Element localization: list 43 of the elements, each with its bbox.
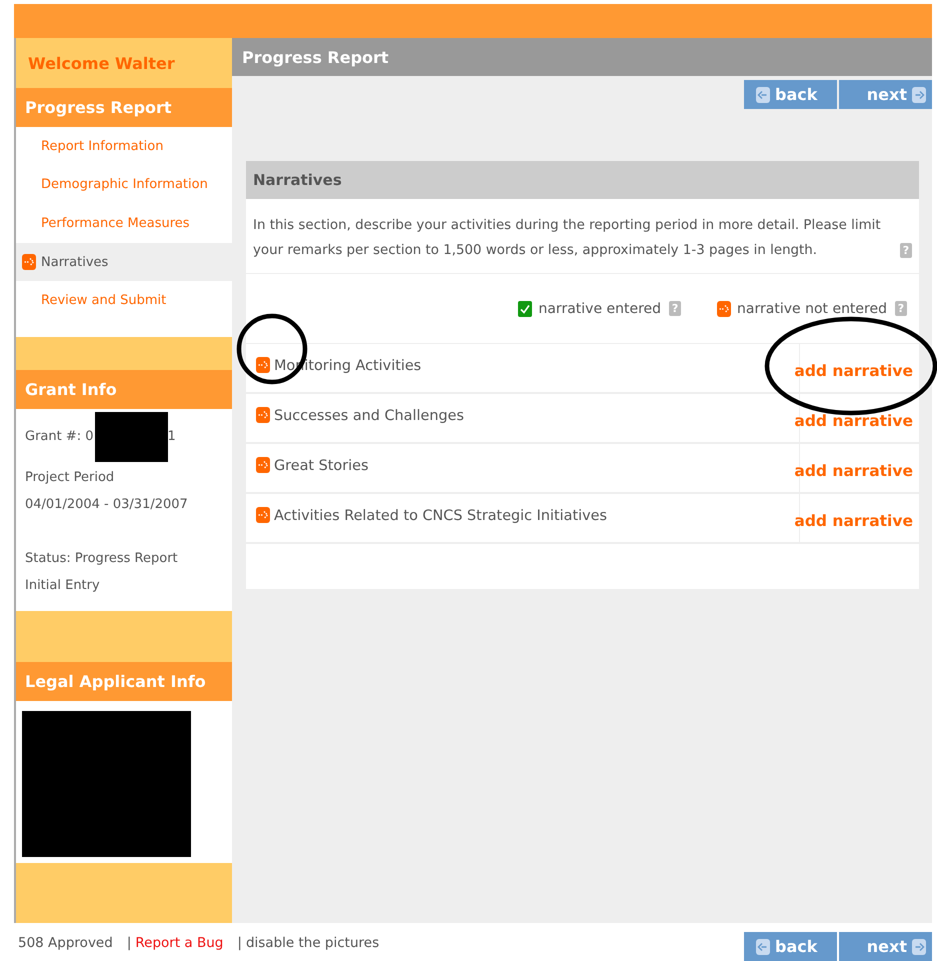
next-button[interactable]: next [839,932,932,961]
disable-pictures-link[interactable]: disable the pictures [246,935,380,951]
project-period: 04/01/2004 - 03/31/2007 [25,496,188,512]
legend-label: narrative entered [538,300,662,316]
page-title: Progress Report [232,38,932,76]
panel-title: Narratives [246,161,919,199]
sidebar-item[interactable]: Review and Submit [16,281,232,320]
arrow-right-icon [912,938,926,954]
check-icon [518,300,532,316]
sidebar-item[interactable]: Report Information [16,127,232,166]
back-button[interactable]: back [744,80,837,109]
arrow-left-icon [756,86,770,102]
narrative-title: Great Stories [274,458,368,474]
arrow-left-icon [756,938,770,954]
next-button[interactable]: next [839,80,932,109]
status-text: Status: Progress Report Initial Entry [25,550,179,595]
arrow-right-icon [912,86,926,102]
grant-number: Grant #: 0 [25,429,94,444]
legend-label: narrative not entered [737,300,887,316]
help-icon[interactable]: ? [900,243,912,258]
section-heading: Progress Report [16,88,232,127]
accessibility-note: 508 Approved [18,935,113,951]
welcome-text: Welcome Walter [27,52,176,74]
sidebar-item[interactable]: Performance Measures [16,204,232,243]
back-button[interactable]: back [744,932,837,961]
add-narrative-link[interactable]: add narrative [794,462,913,480]
sidebar-item[interactable]: Demographic Information [16,166,232,204]
narrative-title: Successes and Challenges [274,408,464,424]
separator: | [126,935,132,951]
separator: | [237,935,242,951]
help-icon[interactable]: ? [895,301,907,316]
sidebar-item[interactable]: Narratives [16,242,232,282]
description-text: In this section, describe your activities during the reporting period in more detail. Please limit your remarks per section to 1,500 words or less, approximately 1-3 pages in length. [253,217,882,260]
project-period-label: Project Period [25,470,114,485]
report-bug-link[interactable]: Report a Bug [135,935,224,951]
help-icon[interactable]: ? [669,301,682,316]
add-narrative-link[interactable]: add narrative [794,412,913,430]
add-narrative-link[interactable]: add narrative [794,512,913,530]
section-heading: Grant Info [16,370,232,409]
grant-number: 1 [168,429,176,444]
add-narrative-link[interactable]: add narrative [794,362,913,380]
narrative-title: Activities Related to CNCS Strategic Initiatives [274,508,608,524]
section-heading: Legal Applicant Info [16,662,232,701]
